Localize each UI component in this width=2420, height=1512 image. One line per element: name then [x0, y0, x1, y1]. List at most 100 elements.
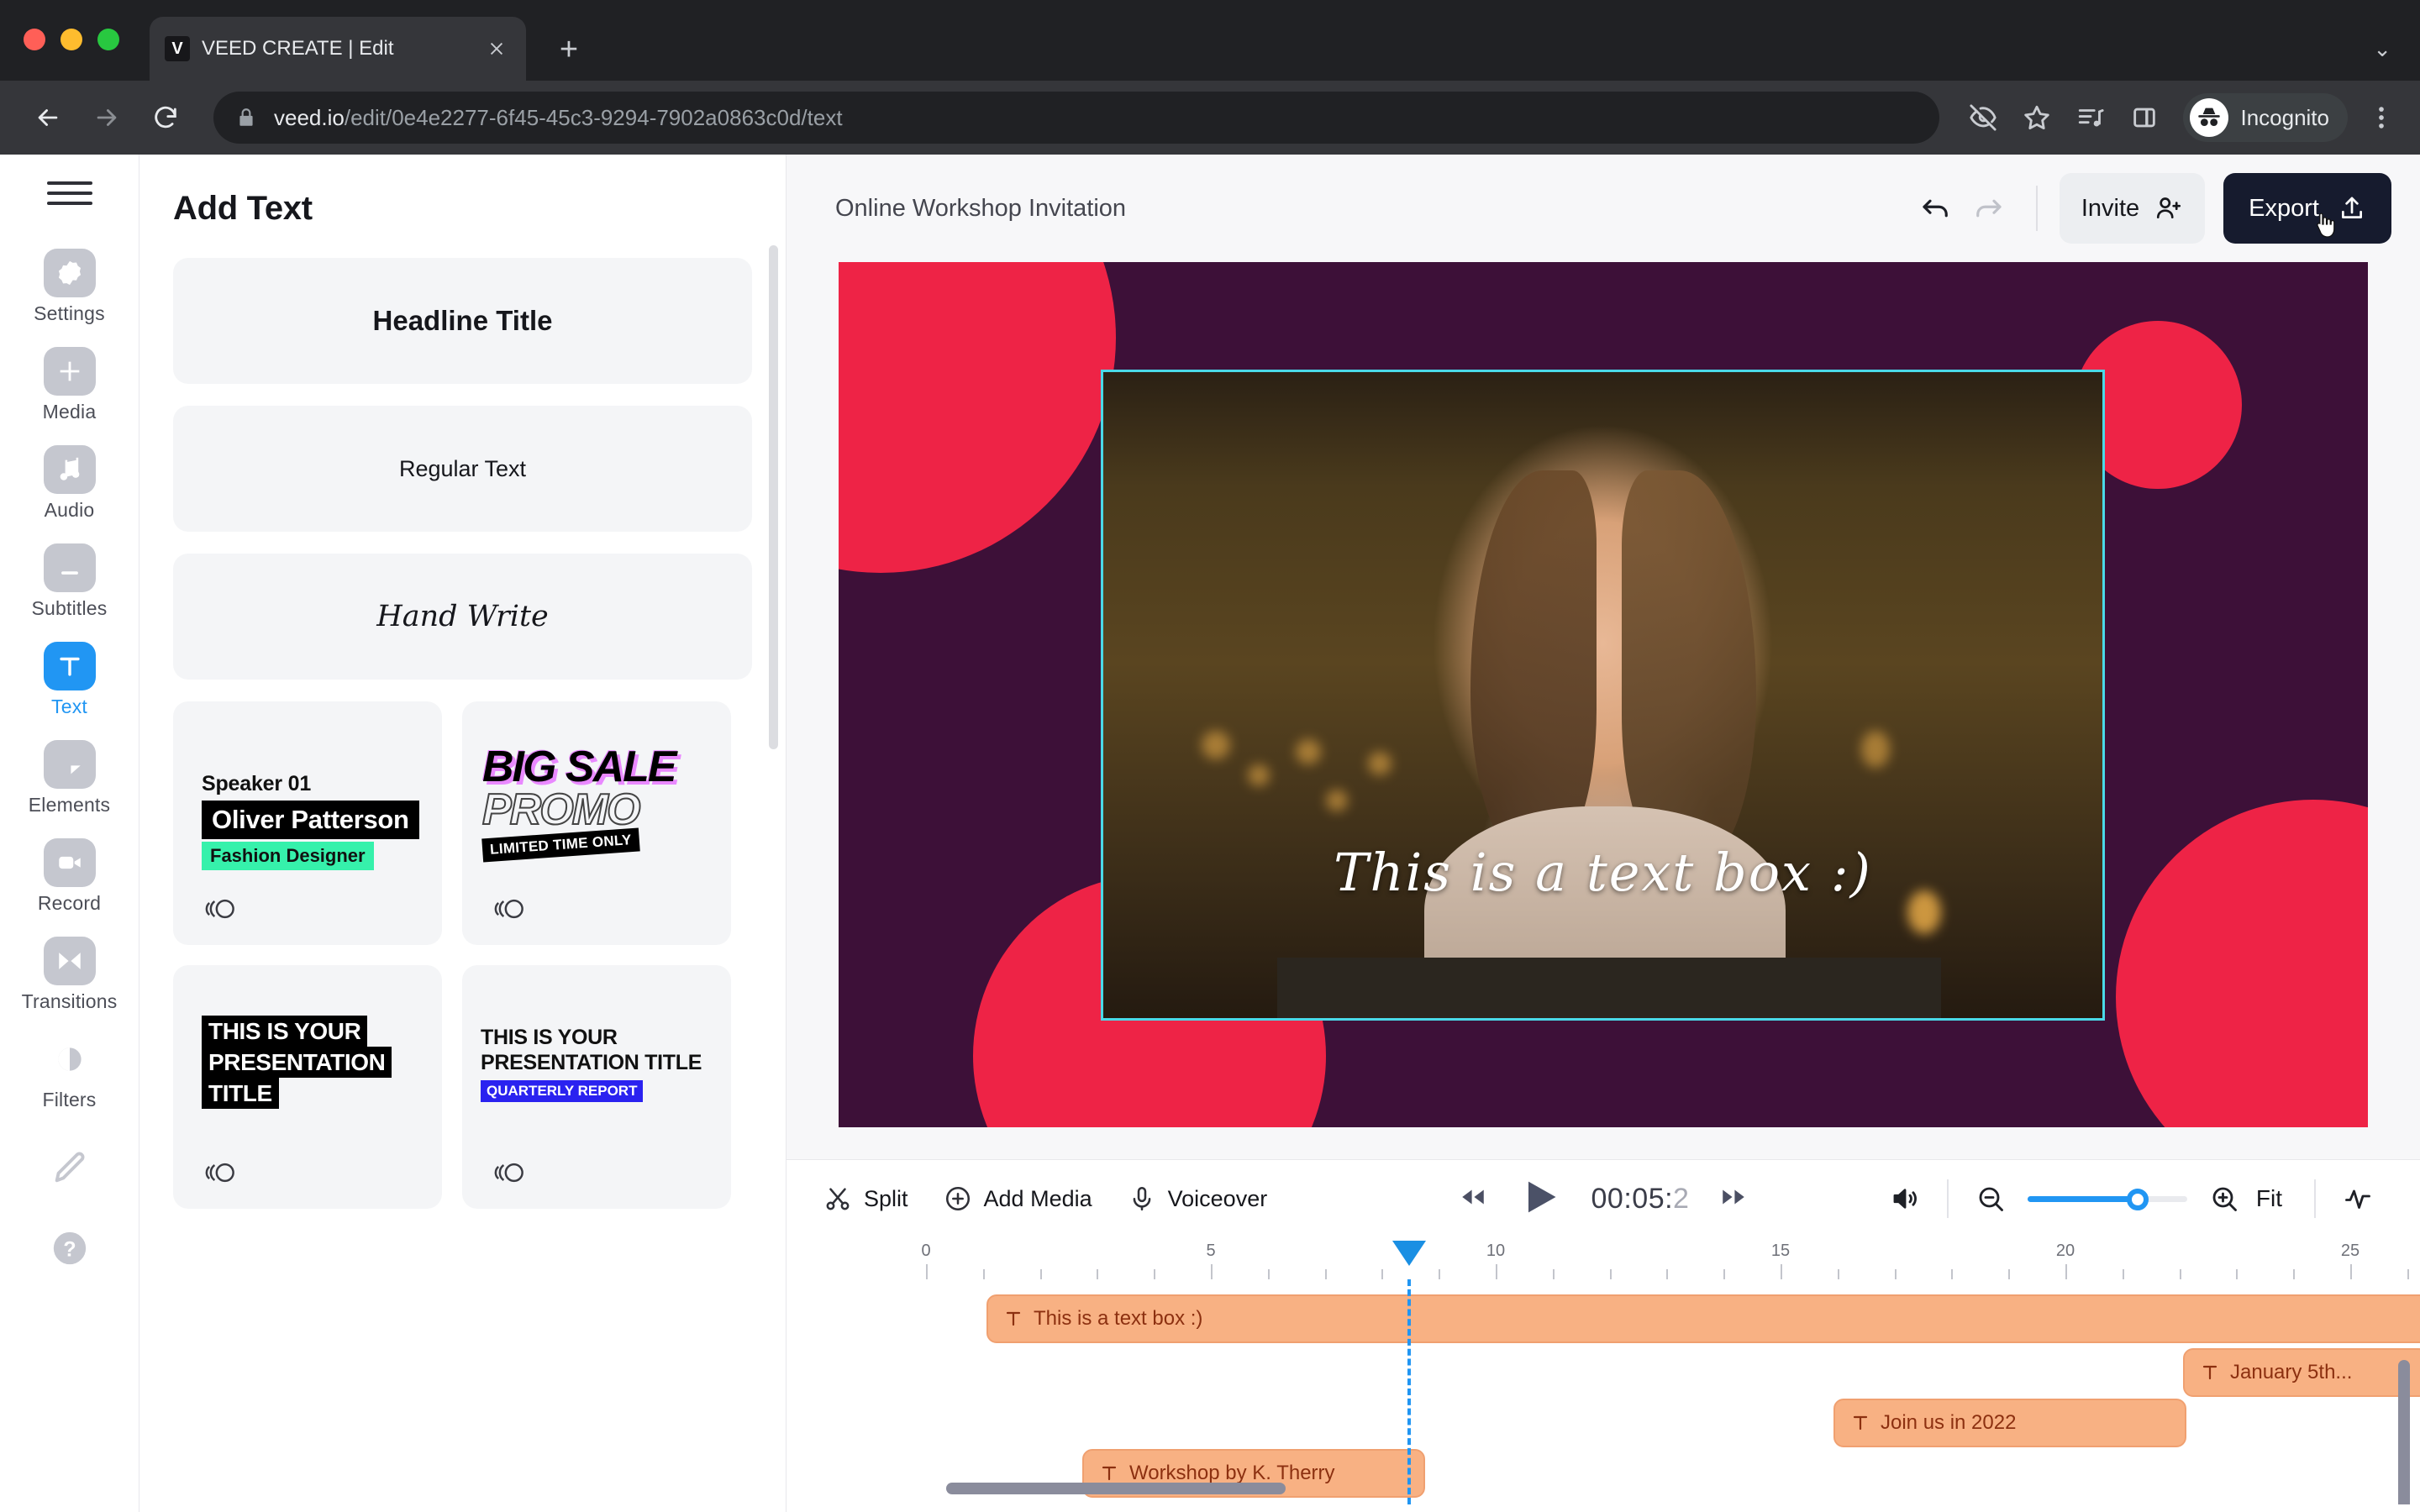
project-title[interactable]: Online Workshop Invitation	[835, 195, 1126, 223]
preset-card-presentation-black[interactable]: THIS IS YOUR PRESENTATION TITLE	[173, 965, 442, 1209]
close-icon[interactable]	[482, 34, 511, 63]
video-canvas[interactable]: This is a text box :)	[839, 262, 2368, 1127]
voiceover-button[interactable]: Voiceover	[1128, 1184, 1267, 1213]
preset-card-presentation-blue[interactable]: THIS IS YOUR PRESENTATION TITLE QUARTERL…	[462, 965, 731, 1209]
zoom-in-icon[interactable]	[2199, 1173, 2249, 1224]
panel-scrollbar[interactable]	[769, 245, 778, 749]
zoom-slider-knob[interactable]	[2126, 1188, 2149, 1210]
hamburger-icon[interactable]	[46, 176, 92, 210]
forward-icon[interactable]	[81, 92, 133, 144]
timeline-horizontal-scrollbar[interactable]	[946, 1483, 1286, 1494]
side-panel-icon[interactable]	[2121, 94, 2168, 141]
invite-button[interactable]: Invite	[2059, 173, 2206, 244]
playhead-handle[interactable]	[1392, 1241, 1426, 1266]
ruler-tick	[1951, 1269, 1954, 1279]
stage-toolbar: Online Workshop Invitation Invite Export	[786, 155, 2420, 262]
sidebar-item-subtitles[interactable]: Subtitles	[0, 533, 139, 632]
reading-list-icon[interactable]	[2067, 94, 2114, 141]
menu-kebab-icon[interactable]	[2365, 103, 2398, 132]
eye-off-icon[interactable]	[1960, 94, 2007, 141]
sidebar-item-transitions[interactable]: Transitions	[0, 927, 139, 1025]
text-t-icon	[1006, 1311, 1021, 1326]
page-title: Add Text	[173, 190, 313, 227]
sidebar-item-settings[interactable]: Settings	[0, 239, 139, 337]
timeline-vertical-scrollbar[interactable]	[2398, 1360, 2410, 1504]
sidebar-label: Audio	[44, 499, 95, 521]
reload-icon[interactable]	[139, 92, 192, 144]
window-close-button[interactable]	[24, 29, 45, 50]
browser-toolbar: veed.io/edit/0e4e2277-6f45-45c3-9294-790…	[0, 81, 2420, 155]
address-bar[interactable]: veed.io/edit/0e4e2277-6f45-45c3-9294-790…	[213, 92, 1940, 144]
add-media-button[interactable]: Add Media	[944, 1184, 1092, 1213]
ruler-tick	[2293, 1269, 2296, 1279]
browser-tab[interactable]: V VEED CREATE | Edit	[150, 17, 526, 81]
ruler-tick	[926, 1264, 928, 1279]
animation-icon	[198, 1158, 239, 1187]
ruler-tick	[1439, 1269, 1441, 1279]
animation-icon	[487, 1158, 528, 1187]
skip-back-icon[interactable]	[1459, 1183, 1487, 1215]
play-button[interactable]	[1518, 1175, 1561, 1223]
sidebar-item-text[interactable]: Text	[0, 632, 139, 730]
profile-chip[interactable]: Incognito	[2183, 93, 2348, 142]
preset-card-big-sale[interactable]: BIG SALE PROMO LIMITED TIME ONLY	[462, 701, 731, 945]
volume-icon[interactable]	[1880, 1173, 1930, 1224]
ruler-tick	[1211, 1264, 1213, 1279]
timeline-ruler[interactable]: 0 5 10 15 20 25	[921, 1237, 2420, 1279]
ruler-tick	[1039, 1269, 1042, 1279]
timecode-frames: 2	[1673, 1182, 1690, 1215]
preset-headline-title[interactable]: Headline Title	[173, 258, 752, 384]
presentation-line: TITLE	[202, 1078, 279, 1110]
canvas-wrapper: This is a text box :)	[786, 262, 2420, 1159]
canvas-text-overlay[interactable]: This is a text box :)	[1101, 842, 2105, 903]
selection-box[interactable]	[1101, 370, 2105, 1021]
skip-forward-icon[interactable]	[1719, 1183, 1748, 1215]
sidebar-item-media[interactable]: Media	[0, 337, 139, 435]
timeline-clip[interactable]: Join us in 2022	[1833, 1399, 2186, 1447]
toolbar-divider	[2035, 186, 2038, 231]
export-label: Export	[2249, 194, 2319, 222]
ruler-tick	[1837, 1269, 1839, 1279]
split-button[interactable]: Split	[823, 1184, 908, 1213]
plus-circle-icon	[945, 1186, 970, 1211]
sidebar-item-record[interactable]: Record	[0, 828, 139, 927]
url-path: /edit/0e4e2277-6f45-45c3-9294-7902a0863c…	[344, 104, 843, 130]
ruler-label: 10	[1486, 1242, 1506, 1260]
big-sale-top-line: BIG SALE	[482, 743, 677, 791]
preset-label: Regular Text	[398, 455, 527, 481]
url-text: veed.io/edit/0e4e2277-6f45-45c3-9294-790…	[274, 105, 843, 131]
ruler-tick	[982, 1269, 985, 1279]
zoom-slider[interactable]	[2027, 1188, 2187, 1210]
preset-card-speaker[interactable]: Speaker 01 Oliver Patterson Fashion Desi…	[173, 701, 442, 945]
ruler-tick	[1154, 1269, 1156, 1279]
window-maximize-button[interactable]	[97, 29, 119, 50]
ruler-tick	[1324, 1269, 1327, 1279]
timeline-clip[interactable]: January 5th...	[2183, 1348, 2420, 1397]
star-icon[interactable]	[2013, 94, 2060, 141]
ruler-label: 5	[1206, 1242, 1216, 1260]
sidebar-item-help[interactable]: ?	[0, 1214, 139, 1284]
sidebar-item-audio[interactable]: Audio	[0, 435, 139, 533]
new-tab-button[interactable]: +	[550, 30, 588, 69]
preset-regular-text[interactable]: Regular Text	[173, 406, 752, 532]
sidebar-item-elements[interactable]: Elements	[0, 730, 139, 828]
sidebar-item-filters[interactable]: Filters	[0, 1025, 139, 1123]
window-minimize-button[interactable]	[60, 29, 82, 50]
undo-icon[interactable]	[1910, 182, 1962, 234]
preset-hand-write[interactable]: Hand Write	[173, 554, 752, 680]
export-button[interactable]: Export	[2223, 173, 2391, 244]
timeline-clip[interactable]: This is a text box :)	[986, 1294, 2420, 1343]
back-icon[interactable]	[22, 92, 74, 144]
ruler-tick	[1781, 1264, 1782, 1279]
zoom-out-icon[interactable]	[1965, 1173, 2016, 1224]
transitions-icon	[43, 937, 96, 985]
veed-editor: Settings Media Audio Subtitles Text Elem…	[0, 155, 2420, 1512]
chevron-down-icon[interactable]: ⌄	[2373, 36, 2391, 62]
waveform-icon[interactable]	[2333, 1173, 2383, 1224]
redo-icon[interactable]	[1962, 182, 2014, 234]
divider	[1946, 1179, 1949, 1218]
fit-button[interactable]: Fit	[2256, 1185, 2282, 1212]
sidebar-item-draw[interactable]	[0, 1133, 139, 1204]
timeline-tracks: Workshop by K. Therry Join us in 2022 Janu…	[786, 1279, 2420, 1504]
big-sale-tag: LIMITED TIME ONLY	[481, 827, 640, 863]
